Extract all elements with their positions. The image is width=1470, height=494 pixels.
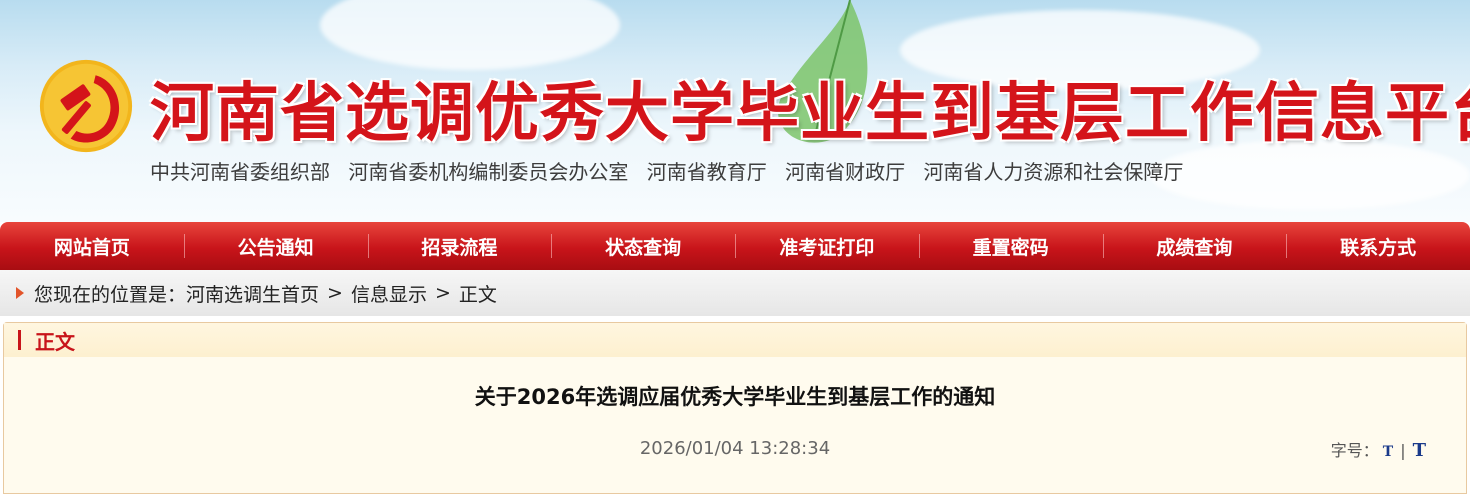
breadcrumb: 您现在的位置是： 河南选调生首页 > 信息显示 > 正文 [0, 270, 1470, 316]
nav-item-reset-password[interactable]: 重置密码 [918, 222, 1103, 270]
breadcrumb-info-link[interactable]: 信息显示 [351, 280, 427, 307]
site-title: 河南省选调优秀大学毕业生到基层工作信息平台 [150, 77, 1470, 151]
site-banner: 河南省选调优秀大学毕业生到基层工作信息平台 中共河南省委组织部 河南省委机构编制… [0, 0, 1470, 222]
arrow-bullet-icon [16, 287, 24, 299]
section-label: 正文 [35, 329, 75, 354]
font-small-button[interactable]: T [1383, 444, 1393, 460]
font-size-control: 字号： T | T [1331, 437, 1426, 461]
organizer-name: 河南省人力资源和社会保障厅 [923, 160, 1184, 184]
breadcrumb-separator: > [434, 282, 451, 304]
breadcrumb-separator: > [327, 282, 343, 304]
article-panel: 正文 关于2026年选调应届优秀大学毕业生到基层工作的通知 2026/01/04… [3, 322, 1467, 494]
organizer-list: 中共河南省委组织部 河南省委机构编制委员会办公室 河南省教育厅 河南省财政厅 河… [150, 156, 1195, 185]
section-marker [18, 330, 21, 350]
nav-item-contact[interactable]: 联系方式 [1286, 222, 1470, 270]
organizer-name: 中共河南省委组织部 [150, 160, 330, 184]
organizer-name: 河南省委机构编制委员会办公室 [348, 160, 629, 184]
nav-item-admission-ticket[interactable]: 准考证打印 [735, 222, 919, 270]
organizer-name: 河南省教育厅 [646, 160, 767, 184]
breadcrumb-current: 正文 [458, 283, 497, 306]
article-date: 2026/01/04 13:28:34 [639, 438, 831, 459]
main-nav: 网站首页 公告通知 招录流程 状态查询 准考证打印 重置密码 成绩查询 联系方式 [0, 222, 1470, 270]
font-size-label: 字号： [1330, 441, 1379, 460]
party-emblem-icon [39, 59, 133, 153]
nav-item-home[interactable]: 网站首页 [0, 222, 184, 270]
breadcrumb-prefix: 您现在的位置是： [34, 283, 187, 306]
nav-item-process[interactable]: 招录流程 [367, 222, 552, 270]
nav-item-announcements[interactable]: 公告通知 [183, 222, 368, 270]
font-large-button[interactable]: T [1413, 440, 1426, 461]
nav-item-status[interactable]: 状态查询 [551, 222, 735, 270]
breadcrumb-home-link[interactable]: 河南选调生首页 [186, 280, 319, 307]
article-title: 关于2026年选调应届优秀大学毕业生到基层工作的通知 [474, 385, 996, 409]
nav-item-scores[interactable]: 成绩查询 [1102, 222, 1287, 270]
font-size-divider: | [1400, 441, 1406, 460]
organizer-name: 河南省财政厅 [785, 160, 906, 184]
panel-header: 正文 [4, 323, 1466, 357]
